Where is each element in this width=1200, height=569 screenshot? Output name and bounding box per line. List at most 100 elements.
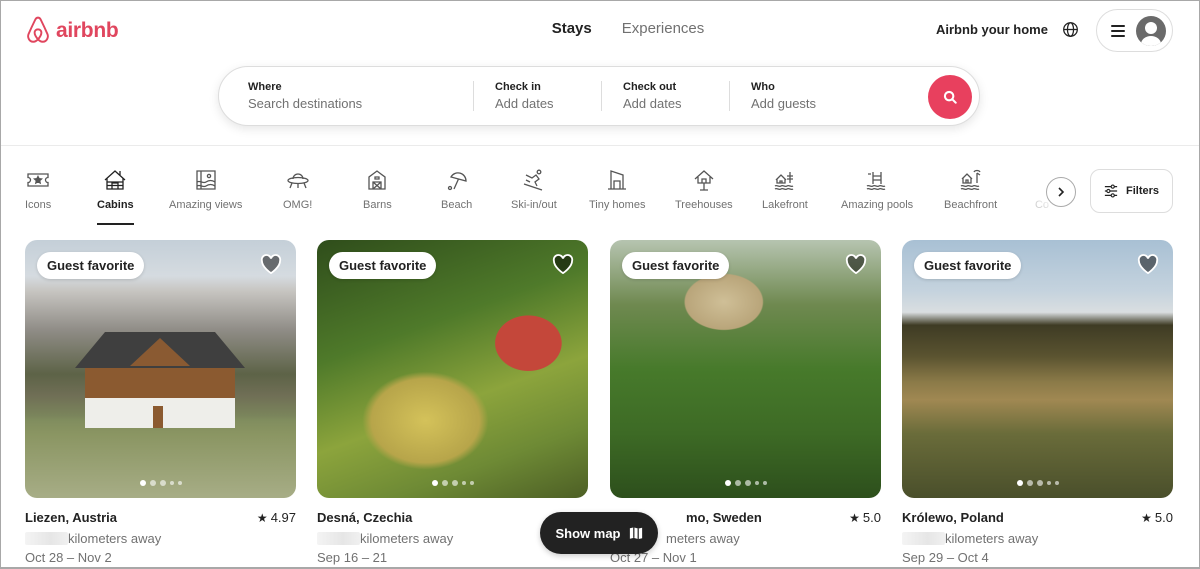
redacted-value xyxy=(25,532,68,545)
listing-location: Liezen, Austria xyxy=(25,510,117,525)
category-cabins[interactable]: Cabins xyxy=(97,168,134,225)
guest-favorite-badge: Guest favorite xyxy=(37,252,145,279)
checkin-label: Check in xyxy=(495,81,541,93)
pager-dot[interactable] xyxy=(169,481,174,485)
user-menu-button[interactable] xyxy=(1096,9,1173,52)
show-map-button[interactable]: Show map xyxy=(540,512,658,554)
beach-umbrella-icon xyxy=(447,172,467,191)
listing-dates: Oct 28 – Nov 2 xyxy=(25,550,112,565)
pager-dot[interactable] xyxy=(754,481,759,485)
globe-icon[interactable] xyxy=(1062,21,1079,38)
sliders-icon xyxy=(1104,184,1118,198)
heart-icon[interactable] xyxy=(845,254,867,274)
category-amazing-views[interactable]: Amazing views xyxy=(169,168,242,211)
pager-dot[interactable] xyxy=(1016,480,1023,486)
tab-stays[interactable]: Stays xyxy=(552,20,592,37)
search-checkin-field[interactable]: Check in Add dates xyxy=(474,67,601,125)
ticket-star-icon xyxy=(27,173,49,187)
search-where-field[interactable]: Where Search destinations xyxy=(219,67,473,125)
header-divider xyxy=(0,145,1200,146)
pager-dot[interactable] xyxy=(451,480,458,486)
distance-text: kilometers away xyxy=(360,531,454,546)
pager-dot[interactable] xyxy=(1026,480,1033,486)
pager-dot[interactable] xyxy=(431,480,438,486)
star-icon: ★ xyxy=(256,511,268,525)
guest-favorite-badge: Guest favorite xyxy=(622,252,730,279)
heart-icon[interactable] xyxy=(552,254,574,274)
category-omg[interactable]: OMG! xyxy=(283,168,312,211)
category-beach[interactable]: Beach xyxy=(441,168,472,211)
category-treehouses[interactable]: Treehouses xyxy=(675,168,733,211)
category-label: Tiny homes xyxy=(589,199,646,211)
category-label: Amazing pools xyxy=(841,199,914,211)
pager-dot[interactable] xyxy=(734,480,741,486)
search-checkout-field[interactable]: Check out Add dates xyxy=(602,67,729,125)
category-label: Lakefront xyxy=(762,199,808,211)
pager-dot[interactable] xyxy=(149,480,156,486)
pager-dot[interactable] xyxy=(159,480,166,486)
barn-icon xyxy=(368,170,387,190)
airbnb-your-home-link[interactable]: Airbnb your home xyxy=(936,22,1048,37)
skier-icon xyxy=(523,169,543,191)
heart-icon[interactable] xyxy=(260,254,282,274)
listing-info: Królewo, Poland ★ 5.0 kilometers away Sep… xyxy=(902,510,1173,567)
pager-dot[interactable] xyxy=(1046,481,1051,485)
listing-distance: kilometers away xyxy=(25,529,296,548)
category-label: Ski-in/out xyxy=(511,199,557,211)
guest-favorite-badge: Guest favorite xyxy=(329,252,437,279)
pager-dot[interactable] xyxy=(724,480,731,486)
search-button[interactable] xyxy=(928,75,972,119)
redacted-value xyxy=(902,532,945,545)
house-illustration xyxy=(75,332,245,428)
category-amazing-pools[interactable]: Amazing pools xyxy=(841,168,913,211)
listing-rating: ★ 5.0 xyxy=(1141,510,1173,525)
pager-dot[interactable] xyxy=(744,480,751,486)
chevron-right-icon xyxy=(1058,187,1065,197)
category-label: Beachfront xyxy=(944,199,998,211)
listing-photo[interactable]: Guest favorite xyxy=(25,240,296,498)
category-label: OMG! xyxy=(283,199,313,211)
where-label: Where xyxy=(248,81,282,93)
pager-dot[interactable] xyxy=(1036,480,1043,486)
star-icon: ★ xyxy=(1141,511,1152,525)
pager-dot[interactable] xyxy=(441,480,448,486)
category-beachfront[interactable]: Beachfront xyxy=(944,168,997,211)
listing-card[interactable]: Guest favorite Królewo, Poland ★ 5.0 kilo… xyxy=(902,240,1173,567)
checkout-label: Check out xyxy=(623,81,677,93)
filters-button[interactable]: Filters xyxy=(1090,169,1173,213)
distance-text: meters away xyxy=(666,531,740,546)
pager-dot[interactable] xyxy=(139,480,146,486)
star-icon: ★ xyxy=(849,511,860,525)
category-ski-in-out[interactable]: Ski-in/out xyxy=(511,168,557,211)
listing-dates: Sep 16 – 21 xyxy=(317,550,388,565)
pager-dot[interactable] xyxy=(469,481,474,485)
pager-dot[interactable] xyxy=(177,481,182,485)
category-icons[interactable]: Icons xyxy=(25,168,51,211)
treehouse-icon xyxy=(694,170,714,191)
redacted-value xyxy=(317,532,360,545)
pool-icon xyxy=(866,172,886,191)
listing-photo[interactable]: Guest favorite xyxy=(317,240,588,498)
photo-pager-dots xyxy=(610,480,881,486)
rating-value: 4.97 xyxy=(270,510,296,525)
category-label: Barns xyxy=(363,199,392,211)
location-text: mo, Sweden xyxy=(686,510,762,525)
category-barns[interactable]: Barns xyxy=(363,168,392,211)
tab-experiences[interactable]: Experiences xyxy=(622,20,705,37)
heart-icon[interactable] xyxy=(1137,254,1159,274)
category-next-button[interactable] xyxy=(1046,177,1076,207)
listing-photo[interactable]: Guest favorite xyxy=(902,240,1173,498)
listing-info: Liezen, Austria ★ 4.97 kilometers away Oc… xyxy=(25,510,296,567)
listing-rating: ★ 4.97 xyxy=(257,510,296,525)
listing-photo[interactable]: Guest favorite xyxy=(610,240,881,498)
listing-dates: Oct 27 – Nov 1 xyxy=(610,550,697,565)
category-label: Co xyxy=(1034,199,1050,211)
category-lakefront[interactable]: Lakefront xyxy=(762,168,808,211)
amazing-views-icon xyxy=(196,170,216,190)
pager-dot[interactable] xyxy=(762,481,767,485)
category-label: Amazing views xyxy=(169,199,243,211)
listing-card[interactable]: Guest favorite Liezen, Austria ★ 4.97 kil… xyxy=(25,240,296,567)
category-tiny-homes[interactable]: Tiny homes xyxy=(589,168,645,211)
pager-dot[interactable] xyxy=(1054,481,1059,485)
pager-dot[interactable] xyxy=(461,481,466,485)
